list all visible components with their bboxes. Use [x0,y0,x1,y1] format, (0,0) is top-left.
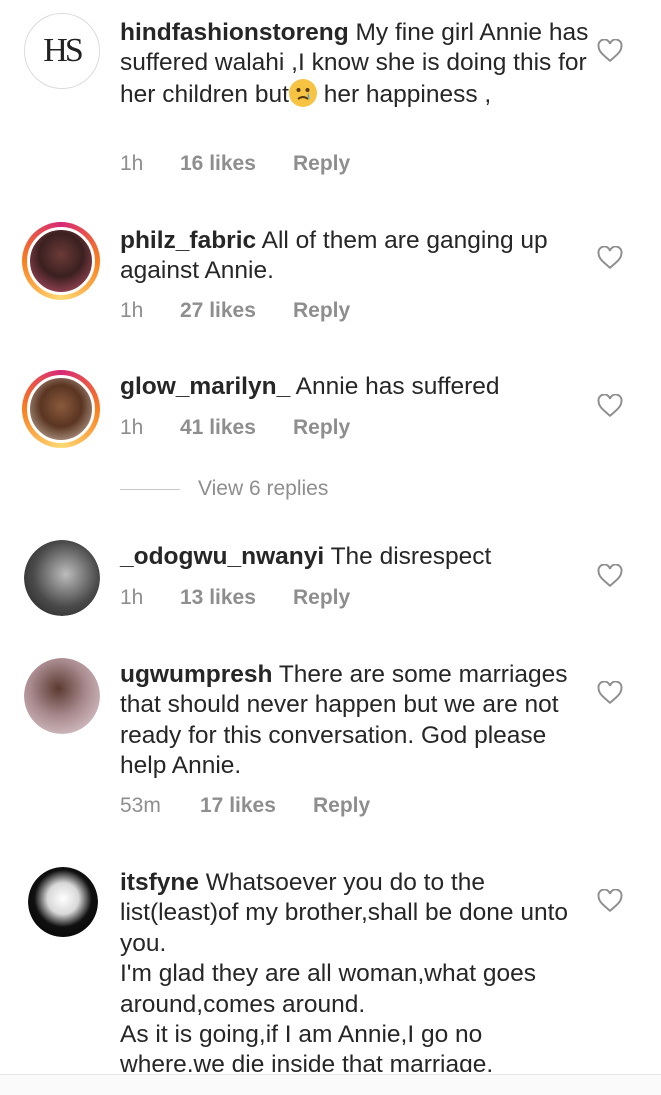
comment-meta: 1h 27 likes Reply [120,299,350,323]
crying-emoji-icon [288,78,317,107]
comment-username[interactable]: hindfashionstoreng [120,19,349,46]
comment-text: ugwumpresh There are some marriages that… [120,660,590,782]
reply-button[interactable]: Reply [293,299,350,323]
comment-username[interactable]: itsfyne [120,869,199,896]
comment-likes[interactable]: 17 likes [200,794,313,818]
comment-meta: 1h 16 likes Reply [120,152,350,176]
avatar[interactable] [24,540,100,616]
avatar[interactable] [22,222,100,300]
heart-outline-icon[interactable] [597,889,623,913]
avatar[interactable] [24,658,100,734]
avatar[interactable] [22,370,100,448]
comment-username[interactable]: glow_marilyn_ [120,373,290,400]
comment-time: 1h [120,586,144,609]
comment-text: _odogwu_nwanyi The disrespect [120,542,590,572]
comment-meta: 1h 13 likes Reply [120,586,350,610]
comment-likes[interactable]: 13 likes [180,586,293,610]
comment-username[interactable]: ugwumpresh [120,661,272,688]
comment-text: philz_fabric All of them are ganging up … [120,226,590,287]
reply-button[interactable]: Reply [293,416,350,440]
reply-button[interactable]: Reply [293,586,350,610]
comment-time: 1h [120,152,144,175]
heart-outline-icon[interactable] [597,394,623,418]
comment-time: 1h [120,416,144,439]
brand-logo: HS [43,32,84,69]
comment-text: itsfyne Whatsoever you do to the list(le… [120,868,590,1072]
heart-outline-icon[interactable] [597,39,623,63]
comment-likes[interactable]: 16 likes [180,152,293,176]
comment-body: Whatsoever you do to the list(least)of m… [120,869,569,1072]
heart-outline-icon[interactable] [597,246,623,270]
comment-likes[interactable]: 41 likes [180,416,293,440]
comment-text: hindfashionstoreng My fine girl Annie ha… [120,18,590,110]
comment-body: Annie has suffered [295,373,500,400]
avatar[interactable]: HS [24,13,100,89]
bottom-bar [0,1074,661,1095]
reply-button[interactable]: Reply [313,794,370,818]
divider [120,488,180,490]
comment-time: 1h [120,299,144,322]
comment-meta: 53m 17 likes Reply [120,794,370,818]
comment-text: glow_marilyn_ Annie has suffered [120,372,590,402]
heart-outline-icon[interactable] [597,564,623,588]
view-replies-label: View 6 replies [198,477,329,500]
heart-outline-icon[interactable] [597,681,623,705]
comment-body: The disrespect [330,543,492,570]
view-replies-button[interactable]: View 6 replies [120,477,328,501]
reply-button[interactable]: Reply [293,152,350,176]
comment-likes[interactable]: 27 likes [180,299,293,323]
comment-time: 53m [120,794,161,817]
comment-username[interactable]: _odogwu_nwanyi [120,543,324,570]
comment-meta: 1h 41 likes Reply [120,416,350,440]
comment-body-end: her happiness , [316,80,492,108]
avatar[interactable] [28,867,98,937]
comment-username[interactable]: philz_fabric [120,227,256,254]
